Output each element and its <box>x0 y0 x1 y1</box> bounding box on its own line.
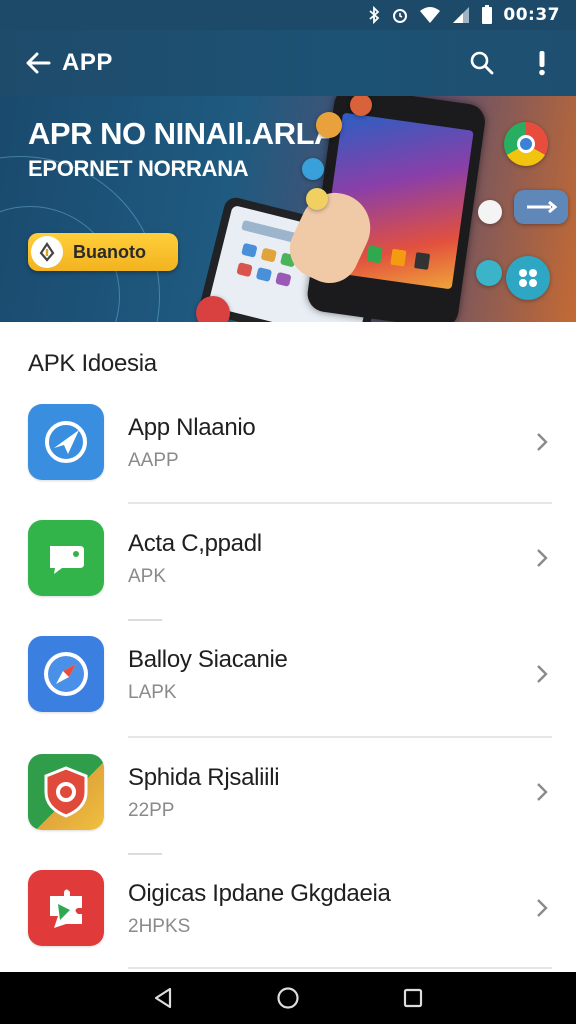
list-divider <box>128 736 552 738</box>
list-divider <box>128 502 552 504</box>
app-list-item[interactable]: App Nlaanio AAPP <box>0 398 576 498</box>
app-type: LAPK <box>128 682 177 703</box>
list-divider <box>128 853 162 855</box>
nav-recents-button[interactable] <box>389 974 437 1022</box>
app-type: 2HPKS <box>128 916 191 937</box>
battery-icon <box>482 5 493 24</box>
system-nav-bar <box>0 972 576 1024</box>
triangle-back-icon <box>154 987 171 1009</box>
section-title: APK Idoesia <box>28 350 157 377</box>
app-list-item[interactable]: Oigicas Ipdane Gkgdaeia 2HPKS <box>0 864 576 964</box>
app-bubble-icon <box>306 188 328 210</box>
app-name: Balloy Siacanie <box>128 646 288 673</box>
signal-icon <box>453 7 470 23</box>
app-name: App Nlaanio <box>128 414 256 441</box>
app-bubble-icon <box>316 112 342 138</box>
app-type: APK <box>128 566 167 587</box>
app-bubble-icon <box>302 158 324 180</box>
arrow-left-icon <box>26 52 51 74</box>
puzzle-icon <box>28 870 104 946</box>
search-icon <box>470 51 494 75</box>
send-icon <box>28 404 104 480</box>
status-bar: 00:37 <box>0 0 576 30</box>
app-list-item[interactable]: Balloy Siacanie LAPK <box>0 630 576 730</box>
people-icon <box>506 256 550 300</box>
download-icon <box>31 236 63 268</box>
chevron-right-icon <box>528 778 556 806</box>
banner-headline: APR NO NINAIl.ARLA <box>28 116 336 151</box>
circle-home-icon <box>277 987 299 1009</box>
chevron-right-icon <box>528 660 556 688</box>
app-bar: APP <box>0 30 576 96</box>
chat-icon <box>28 520 104 596</box>
app-list-item[interactable]: Acta C,ppadl APK <box>0 514 576 614</box>
back-button[interactable] <box>14 39 62 87</box>
promo-banner[interactable]: APR NO NINAIl.ARLA EPORNET NORRANA Buano… <box>0 96 576 322</box>
app-list-item[interactable]: Sphida Rjsaliili 22PP <box>0 748 576 848</box>
banner-cta-label: Buanoto <box>73 241 146 262</box>
nav-back-button[interactable] <box>139 974 187 1022</box>
app-type: 22PP <box>128 800 175 821</box>
list-divider <box>128 967 552 969</box>
tool-icon <box>514 190 568 224</box>
compass-icon <box>28 636 104 712</box>
shield-icon <box>28 754 104 830</box>
chevron-right-icon <box>528 544 556 572</box>
app-bubble-icon <box>478 200 502 224</box>
alarm-icon <box>393 9 408 23</box>
exclamation-icon <box>539 51 545 76</box>
square-recents-icon <box>404 988 423 1008</box>
list-divider <box>128 619 162 621</box>
app-type: AAPP <box>128 450 179 471</box>
app-bubble-icon <box>196 296 230 322</box>
banner-subheadline: EPORNET NORRANA <box>28 156 249 181</box>
bluetooth-icon <box>369 6 380 24</box>
status-time: 00:37 <box>503 5 560 25</box>
search-button[interactable] <box>458 39 506 87</box>
content-area: APK Idoesia App Nlaanio AAPP Acta C,ppad… <box>0 322 576 972</box>
app-name: Oigicas Ipdane Gkgdaeia <box>128 880 391 907</box>
chevron-right-icon <box>528 428 556 456</box>
chrome-icon <box>504 122 548 166</box>
nav-home-button[interactable] <box>264 974 312 1022</box>
page-title: APP <box>62 49 113 76</box>
chevron-right-icon <box>528 894 556 922</box>
banner-cta-button[interactable]: Buanoto <box>28 233 178 271</box>
app-name: Sphida Rjsaliili <box>128 764 280 791</box>
app-name: Acta C,ppadl <box>128 530 262 557</box>
wifi-icon <box>420 7 441 23</box>
app-bubble-icon <box>476 260 502 286</box>
more-button[interactable] <box>518 39 566 87</box>
